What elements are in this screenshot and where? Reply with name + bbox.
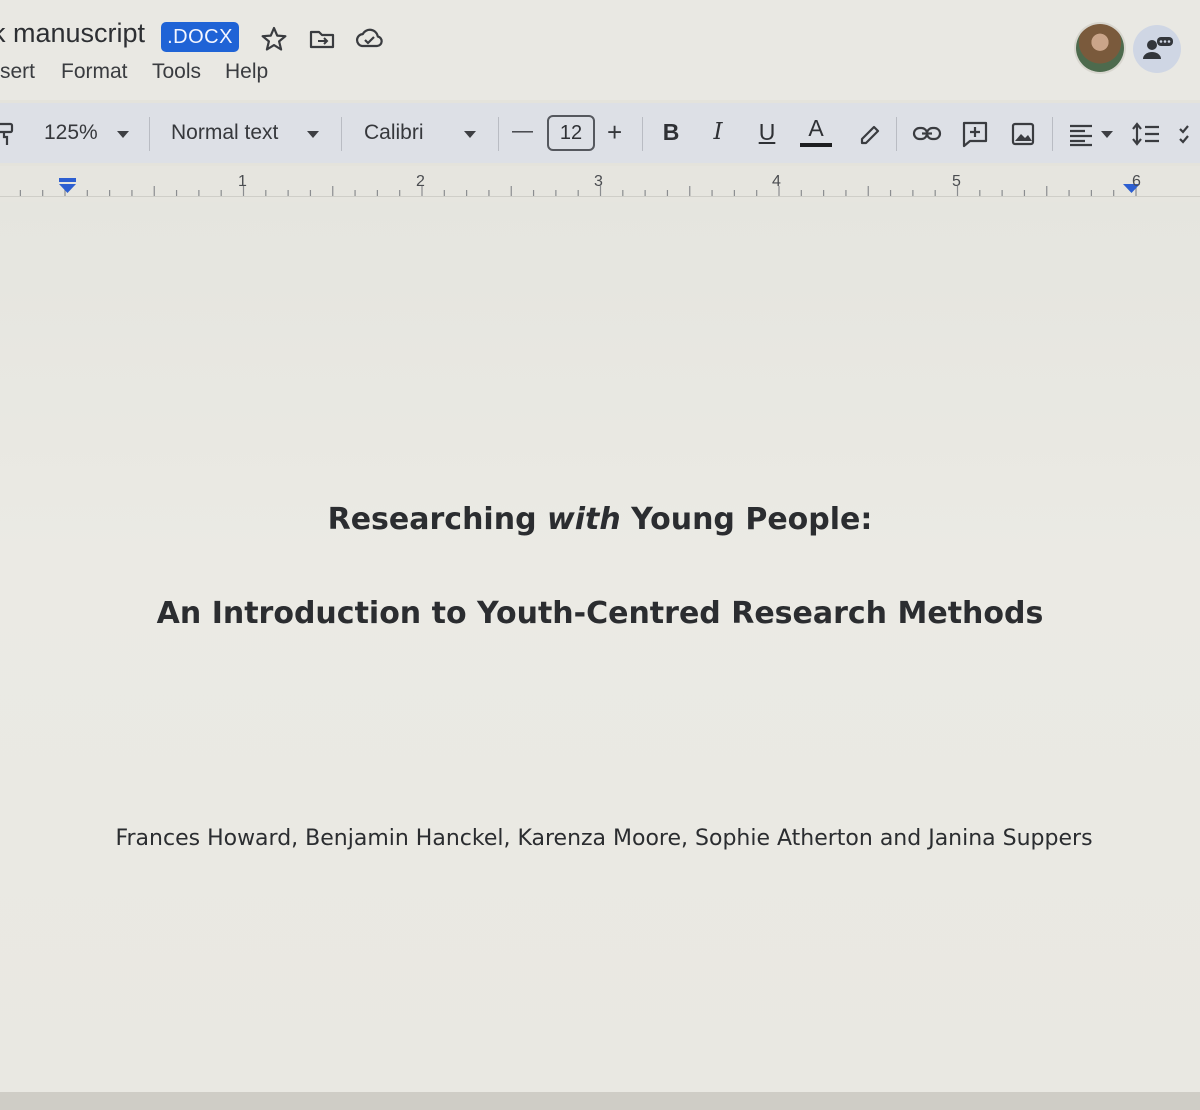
align-left-icon[interactable] bbox=[1064, 117, 1098, 151]
font-family-select[interactable]: Calibri bbox=[364, 121, 424, 145]
share-icon bbox=[1143, 37, 1173, 59]
toolbar-divider bbox=[1052, 117, 1053, 151]
menu-help[interactable]: Help bbox=[225, 60, 268, 84]
account-avatar[interactable] bbox=[1076, 24, 1124, 72]
link-icon[interactable] bbox=[910, 117, 944, 151]
ruler-number: 6 bbox=[1132, 173, 1141, 190]
file-type-badge[interactable]: .DOCX bbox=[161, 22, 239, 52]
ruler-number: 1 bbox=[238, 173, 247, 190]
font-dropdown-caret[interactable] bbox=[464, 131, 476, 138]
toolbar-divider bbox=[149, 117, 150, 151]
cloud-saved-icon[interactable] bbox=[354, 24, 384, 54]
share-button[interactable] bbox=[1133, 25, 1181, 73]
checklist-icon[interactable] bbox=[1176, 117, 1200, 151]
paragraph-style-select[interactable]: Normal text bbox=[171, 121, 278, 145]
title-bar: k manuscript .DOCX sert Format Tools Hel… bbox=[0, 0, 1200, 100]
toolbar-divider bbox=[341, 117, 342, 151]
document-page[interactable]: Researching with Young People: An Introd… bbox=[0, 202, 1200, 1092]
document-title[interactable]: k manuscript bbox=[0, 18, 145, 49]
style-dropdown-caret[interactable] bbox=[307, 131, 319, 138]
move-to-folder-icon[interactable] bbox=[307, 24, 337, 54]
menu-tools[interactable]: Tools bbox=[152, 60, 201, 84]
title-text-start: Researching bbox=[327, 502, 547, 537]
document-title-line[interactable]: Researching with Young People: bbox=[0, 502, 1200, 537]
ruler-baseline bbox=[0, 196, 1200, 197]
star-icon[interactable] bbox=[259, 24, 289, 54]
toolbar-divider bbox=[896, 117, 897, 151]
italic-button[interactable]: I bbox=[703, 119, 733, 145]
formatting-toolbar: 125% Normal text Calibri — 12 + B I U A bbox=[0, 103, 1200, 163]
screen-bezel-edge bbox=[0, 1092, 1200, 1110]
toolbar-divider bbox=[498, 117, 499, 151]
ruler-number: 5 bbox=[952, 173, 961, 190]
font-size-input[interactable]: 12 bbox=[547, 115, 595, 151]
title-italic-word: with bbox=[546, 502, 621, 537]
menu-insert[interactable]: sert bbox=[0, 60, 35, 84]
menu-format[interactable]: Format bbox=[61, 60, 128, 84]
underline-button[interactable]: U bbox=[752, 119, 782, 146]
add-comment-icon[interactable] bbox=[958, 117, 992, 151]
document-authors[interactable]: Frances Howard, Benjamin Hanckel, Karenz… bbox=[4, 826, 1200, 851]
decrease-font-size-button[interactable]: — bbox=[512, 119, 533, 143]
image-icon[interactable] bbox=[1006, 117, 1040, 151]
bold-button[interactable]: B bbox=[656, 119, 686, 146]
ruler-number: 3 bbox=[594, 173, 603, 190]
zoom-select[interactable]: 125% bbox=[44, 121, 98, 145]
title-text-end: Young People: bbox=[620, 502, 873, 537]
line-spacing-icon[interactable] bbox=[1129, 117, 1163, 151]
zoom-dropdown-caret[interactable] bbox=[117, 131, 129, 138]
text-color-swatch bbox=[800, 143, 832, 147]
paint-format-icon[interactable] bbox=[0, 117, 26, 151]
align-dropdown-caret[interactable] bbox=[1101, 131, 1113, 138]
text-color-button[interactable]: A bbox=[801, 115, 831, 142]
document-subtitle[interactable]: An Introduction to Youth-Centred Researc… bbox=[0, 596, 1200, 631]
highlight-icon[interactable] bbox=[852, 117, 886, 151]
left-indent-marker[interactable] bbox=[58, 178, 78, 196]
ruler-number: 4 bbox=[772, 173, 781, 190]
ruler-number: 2 bbox=[416, 173, 425, 190]
increase-font-size-button[interactable]: + bbox=[607, 117, 622, 148]
toolbar-divider bbox=[642, 117, 643, 151]
